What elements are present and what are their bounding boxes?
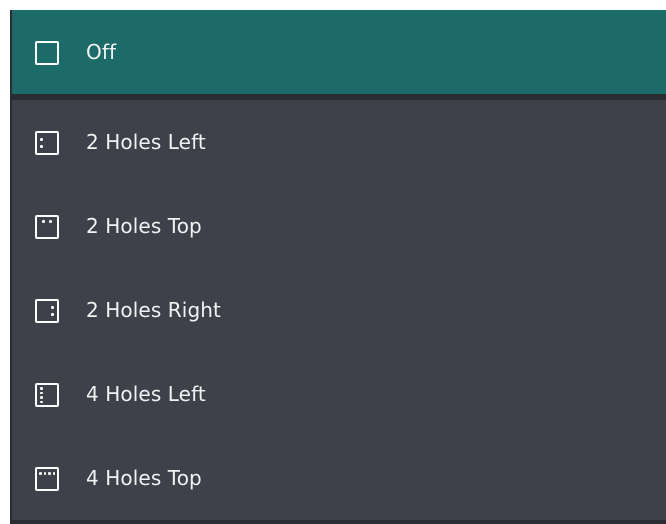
hole-punch-option-list: Off 2 Holes Left 2 Holes Top 2 Holes Rig…	[12, 10, 666, 524]
option-2-holes-right[interactable]: 2 Holes Right	[12, 268, 666, 352]
option-2-holes-top[interactable]: 2 Holes Top	[12, 184, 666, 268]
two-holes-top-icon	[35, 215, 59, 239]
option-label: 2 Holes Top	[86, 214, 202, 238]
four-holes-left-icon	[35, 383, 59, 407]
option-label: 4 Holes Top	[86, 466, 202, 490]
option-label: 2 Holes Right	[86, 298, 221, 322]
option-label: Off	[86, 40, 117, 64]
two-holes-left-icon	[35, 131, 59, 155]
option-2-holes-left[interactable]: 2 Holes Left	[12, 100, 666, 184]
option-label: 2 Holes Left	[86, 130, 206, 154]
option-off[interactable]: Off	[12, 10, 666, 94]
option-4-holes-left[interactable]: 4 Holes Left	[12, 352, 666, 436]
hole-punch-panel: Off 2 Holes Left 2 Holes Top 2 Holes Rig…	[10, 10, 666, 524]
option-4-holes-top[interactable]: 4 Holes Top	[12, 436, 666, 520]
option-label: 4 Holes Left	[86, 382, 206, 406]
two-holes-right-icon	[35, 299, 59, 323]
four-holes-top-icon	[35, 467, 59, 491]
no-hole-icon	[35, 41, 59, 65]
